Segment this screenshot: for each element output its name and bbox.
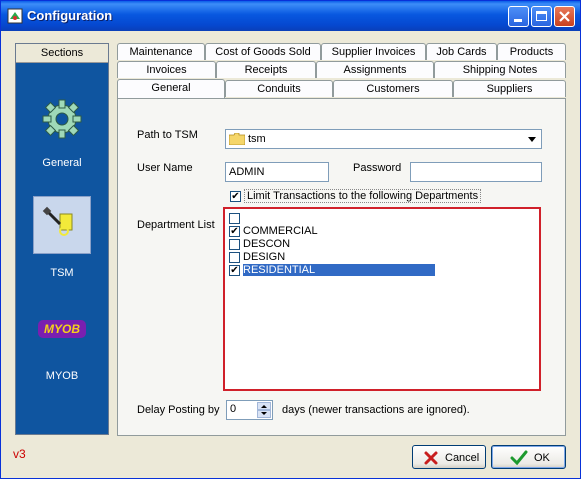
green-check-icon [510, 450, 528, 466]
user-name-label: User Name [137, 162, 193, 174]
list-item[interactable]: DESCON [229, 238, 290, 251]
version-label: v3 [13, 447, 26, 461]
password-field[interactable] [410, 162, 542, 182]
delay-value: 0 [230, 403, 237, 415]
department-name: DESIGN [243, 251, 286, 263]
list-item[interactable] [229, 212, 243, 225]
department-checkbox[interactable] [229, 212, 240, 224]
department-list[interactable]: ✔ COMMERCIAL DESCON DESIGN ✔ RESIDENTIAL [223, 207, 541, 391]
ok-button[interactable]: OK [491, 445, 566, 469]
department-name: COMMERCIAL [243, 225, 318, 237]
stepper-up-button[interactable] [257, 402, 271, 410]
department-name: RESIDENTIAL [243, 264, 436, 276]
title-bar[interactable]: Configuration [1, 1, 580, 31]
list-item[interactable]: ✔ RESIDENTIAL [229, 264, 436, 277]
tab-maintenance[interactable]: Maintenance [117, 43, 205, 60]
stepper-down-button[interactable] [257, 410, 271, 418]
tab-general[interactable]: General [117, 79, 225, 98]
limit-departments-checkbox[interactable]: ✔ [230, 191, 241, 202]
tab-cost-of-goods-sold[interactable]: Cost of Goods Sold [205, 43, 321, 60]
red-x-icon [424, 451, 438, 465]
list-item[interactable]: ✔ COMMERCIAL [229, 225, 318, 238]
minimize-button[interactable] [508, 6, 529, 27]
cancel-label: Cancel [445, 452, 480, 464]
tsm-icon [42, 206, 73, 236]
sidebar-item-tsm[interactable]: TSM [16, 194, 108, 294]
sidebar-item-general[interactable]: General [16, 84, 108, 184]
tab-conduits[interactable]: Conduits [225, 80, 333, 97]
chevron-down-icon[interactable] [527, 136, 537, 144]
department-name: DESCON [243, 238, 291, 250]
tab-assignments[interactable]: Assignments [316, 61, 434, 78]
sidebar-item-myob[interactable]: MYOB MYOB [16, 304, 108, 404]
delay-days-stepper[interactable]: 0 [226, 400, 273, 420]
limit-departments-label[interactable]: Limit Transactions to the following Depa… [244, 189, 482, 203]
tab-customers[interactable]: Customers [333, 80, 453, 97]
chevron-down-icon [261, 412, 267, 415]
tab-invoices[interactable]: Invoices [117, 61, 216, 78]
window-title: Configuration [27, 8, 113, 23]
tab-products[interactable]: Products [497, 43, 566, 60]
folder-icon [229, 133, 245, 145]
configuration-window: Configuration Sections General TSM MYOB … [0, 0, 581, 479]
tab-shipping-notes[interactable]: Shipping Notes [434, 61, 566, 78]
close-icon [559, 11, 570, 22]
myob-logo: MYOB [38, 320, 86, 338]
sidebar-item-label: TSM [50, 267, 74, 279]
app-icon [7, 8, 23, 24]
chevron-up-icon [261, 405, 267, 408]
path-value: tsm [248, 133, 266, 145]
tab-receipts[interactable]: Receipts [216, 61, 316, 78]
sidebar-item-label: General [42, 157, 82, 169]
path-select[interactable]: tsm [225, 129, 542, 149]
department-checkbox[interactable] [229, 251, 240, 263]
list-item[interactable]: DESIGN [229, 251, 285, 264]
sidebar-header: Sections [16, 44, 108, 63]
path-label: Path to TSM [137, 129, 198, 141]
maximize-button[interactable] [531, 6, 552, 27]
ok-label: OK [534, 452, 550, 464]
cancel-button[interactable]: Cancel [412, 445, 486, 469]
department-checkbox[interactable] [229, 238, 240, 250]
department-checkbox[interactable]: ✔ [229, 264, 240, 276]
tab-suppliers[interactable]: Suppliers [453, 80, 566, 97]
delay-label: Delay Posting by [137, 404, 220, 416]
sections-sidebar: Sections General TSM MYOB MYOB [15, 43, 109, 435]
tab-job-cards[interactable]: Job Cards [426, 43, 497, 60]
gear-icon [42, 99, 82, 139]
sidebar-item-label: MYOB [45, 370, 79, 382]
maximize-icon [536, 11, 547, 21]
user-name-field[interactable]: ADMIN [225, 162, 329, 182]
tab-supplier-invoices[interactable]: Supplier Invoices [321, 43, 426, 60]
department-checkbox[interactable]: ✔ [229, 225, 240, 237]
delay-suffix: days (newer transactions are ignored). [282, 404, 470, 416]
close-button[interactable] [554, 6, 575, 27]
minimize-icon [514, 19, 522, 22]
department-list-label: Department List [137, 219, 215, 231]
password-label: Password [353, 162, 402, 174]
